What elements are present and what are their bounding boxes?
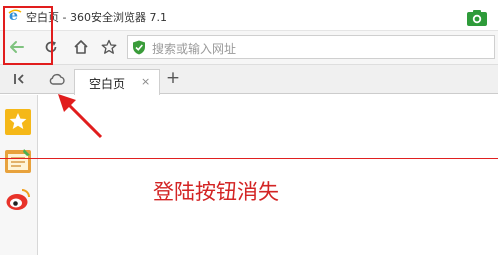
annotation-arrow-icon — [58, 94, 103, 139]
shield-icon — [133, 40, 145, 55]
title-bar: e 空白页 - 360安全浏览器 7.1 — [0, 0, 498, 30]
cloud-icon — [49, 73, 65, 85]
annotation-divider-line — [0, 158, 498, 159]
navigation-toolbar: 搜索或输入网址 — [0, 30, 498, 64]
weibo-icon[interactable] — [5, 187, 31, 213]
sidebar-toggle-button[interactable] — [8, 68, 30, 90]
tab-label: 空白页 — [89, 77, 126, 91]
notes-icon[interactable] — [5, 147, 31, 173]
tab-close-icon[interactable]: × — [141, 75, 150, 88]
tab-bar: 空白页 × + — [0, 64, 498, 95]
sidebar-toggle-icon — [14, 74, 24, 84]
cloud-login-button[interactable] — [46, 68, 68, 90]
sidebar — [0, 95, 38, 255]
blank-page-content — [39, 95, 498, 255]
camera-icon[interactable] — [467, 10, 487, 26]
star-icon — [101, 39, 117, 54]
annotation-highlight-box — [3, 6, 53, 65]
annotation-caption: 登陆按钮消失 — [153, 180, 279, 204]
home-icon — [74, 40, 88, 54]
address-input[interactable]: 搜索或输入网址 — [127, 35, 495, 59]
favorite-button[interactable] — [98, 36, 120, 58]
home-button[interactable] — [70, 36, 92, 58]
favorites-star-icon[interactable] — [5, 109, 31, 135]
new-tab-button[interactable]: + — [164, 70, 182, 88]
address-placeholder: 搜索或输入网址 — [152, 42, 237, 56]
